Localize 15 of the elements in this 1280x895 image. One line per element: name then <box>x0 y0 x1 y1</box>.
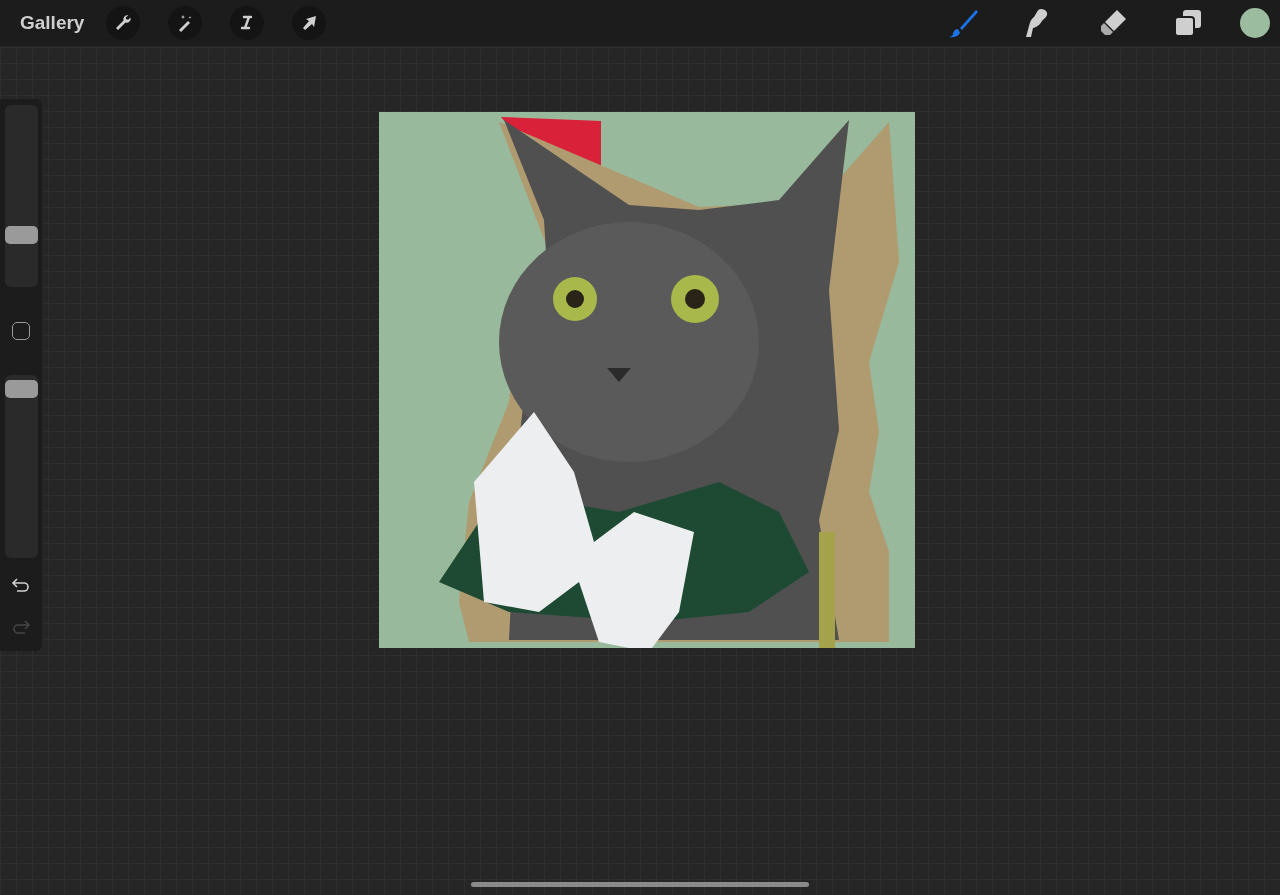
selection-button[interactable] <box>230 6 265 40</box>
modify-button[interactable] <box>12 322 30 340</box>
redo-icon <box>11 619 31 635</box>
slider-thumb[interactable] <box>4 226 38 245</box>
brush-size-slider[interactable] <box>4 105 38 287</box>
layers-icon <box>1174 9 1202 37</box>
undo-icon <box>11 577 31 593</box>
slider-thumb[interactable] <box>4 379 38 398</box>
gallery-button[interactable]: Gallery <box>8 6 97 40</box>
wand-button[interactable] <box>168 6 203 40</box>
wrench-button[interactable] <box>106 6 141 40</box>
move-button[interactable] <box>292 6 327 40</box>
color-swatch[interactable] <box>1240 8 1270 38</box>
eraser-icon <box>1098 8 1128 38</box>
opacity-slider[interactable] <box>4 375 38 558</box>
